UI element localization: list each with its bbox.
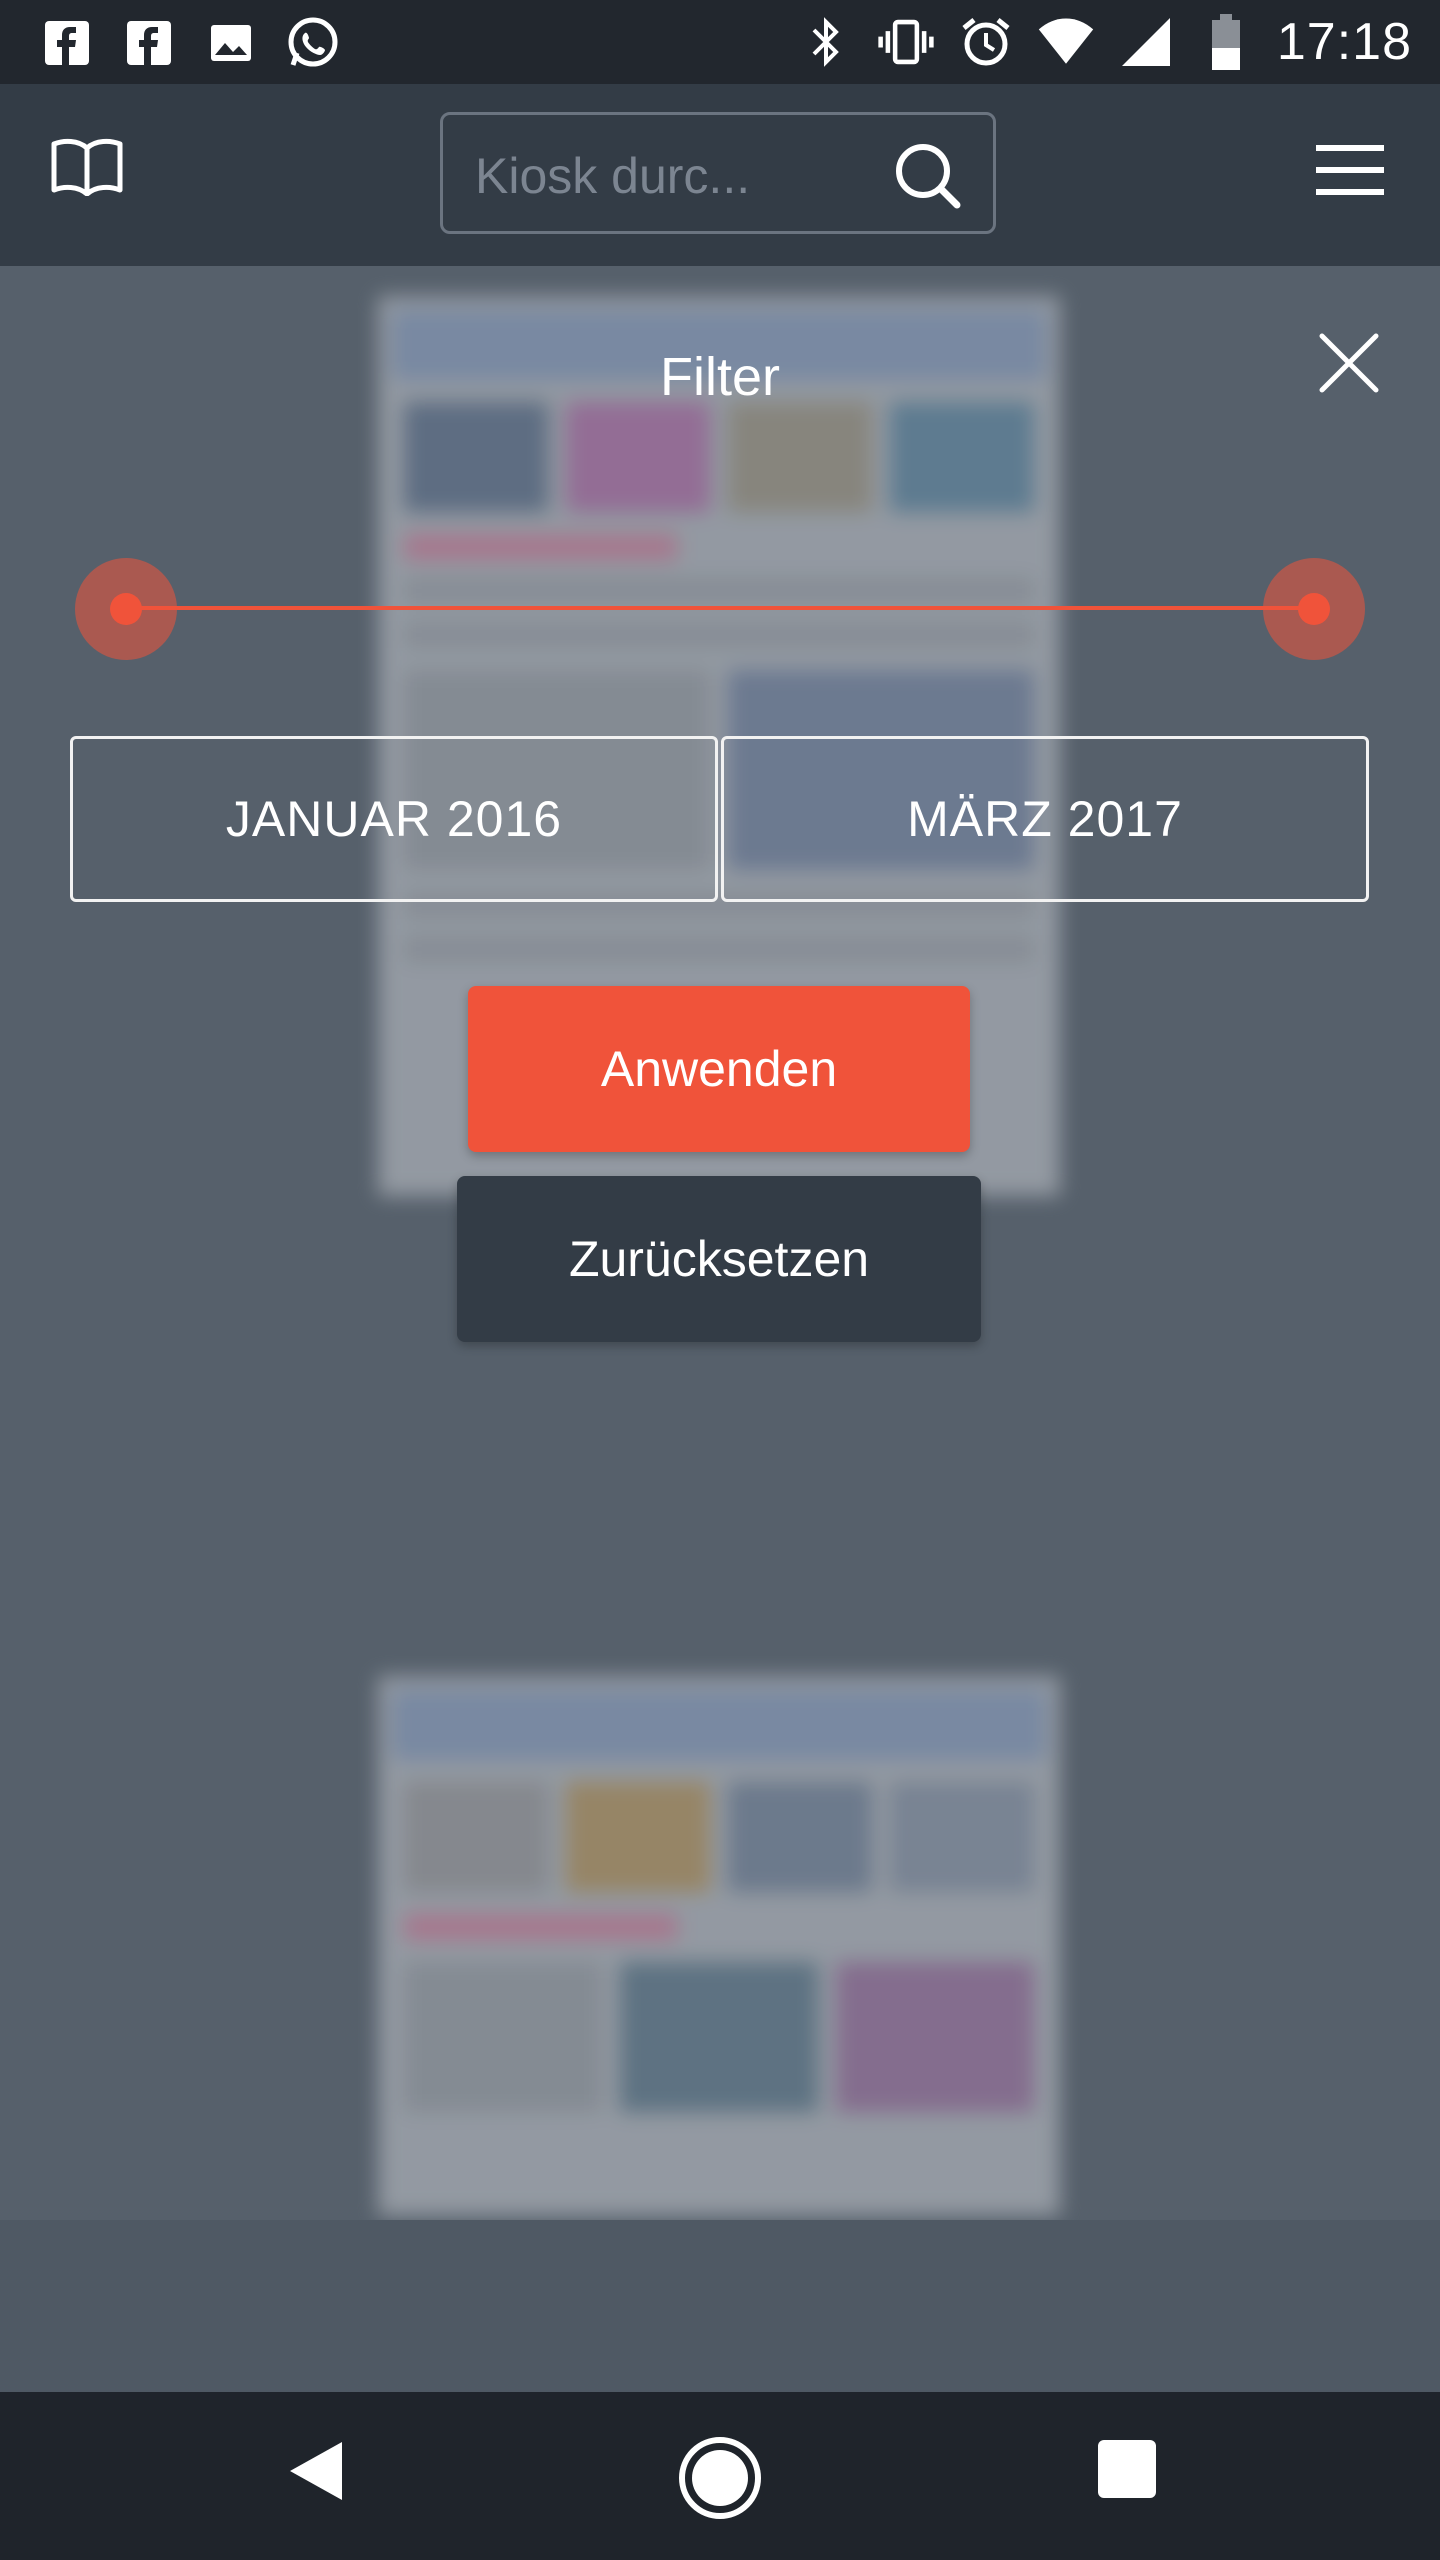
back-icon[interactable] <box>282 2436 362 2516</box>
battery-icon <box>1197 13 1255 71</box>
date-from-field[interactable]: JANUAR 2016 <box>70 736 718 902</box>
vibrate-icon <box>877 13 935 71</box>
book-icon[interactable] <box>50 136 140 216</box>
range-start-handle[interactable] <box>75 558 177 660</box>
bluetooth-icon <box>797 13 855 71</box>
whatsapp-icon <box>284 14 342 72</box>
close-icon[interactable] <box>1316 330 1382 396</box>
alarm-icon <box>957 13 1015 71</box>
signal-icon <box>1117 13 1175 71</box>
menu-icon[interactable] <box>1314 144 1386 204</box>
date-to-field[interactable]: MÄRZ 2017 <box>721 736 1369 902</box>
facebook-icon <box>120 14 178 72</box>
apply-button[interactable]: Anwenden <box>468 986 970 1152</box>
reset-button[interactable]: Zurücksetzen <box>457 1176 981 1342</box>
filter-title: Filter <box>660 347 780 407</box>
date-range-slider-track <box>126 606 1314 610</box>
search-icon[interactable] <box>891 139 967 215</box>
system-icons: 17:18 <box>797 10 1412 74</box>
footer-strip <box>0 2220 1440 2392</box>
search-input[interactable] <box>473 143 857 209</box>
gallery-icon <box>202 14 260 72</box>
magazine-cover <box>378 1676 1060 2216</box>
recent-apps-icon[interactable] <box>1098 2440 1156 2498</box>
home-icon[interactable] <box>676 2434 764 2522</box>
app-header <box>0 84 1440 266</box>
notification-icons <box>38 14 342 72</box>
facebook-icon <box>38 14 96 72</box>
status-bar: 17:18 <box>0 0 1440 84</box>
navigation-bar <box>0 2392 1440 2560</box>
range-end-handle[interactable] <box>1263 558 1365 660</box>
wifi-icon <box>1037 13 1095 71</box>
search-box <box>440 112 996 234</box>
clock: 17:18 <box>1276 13 1412 71</box>
